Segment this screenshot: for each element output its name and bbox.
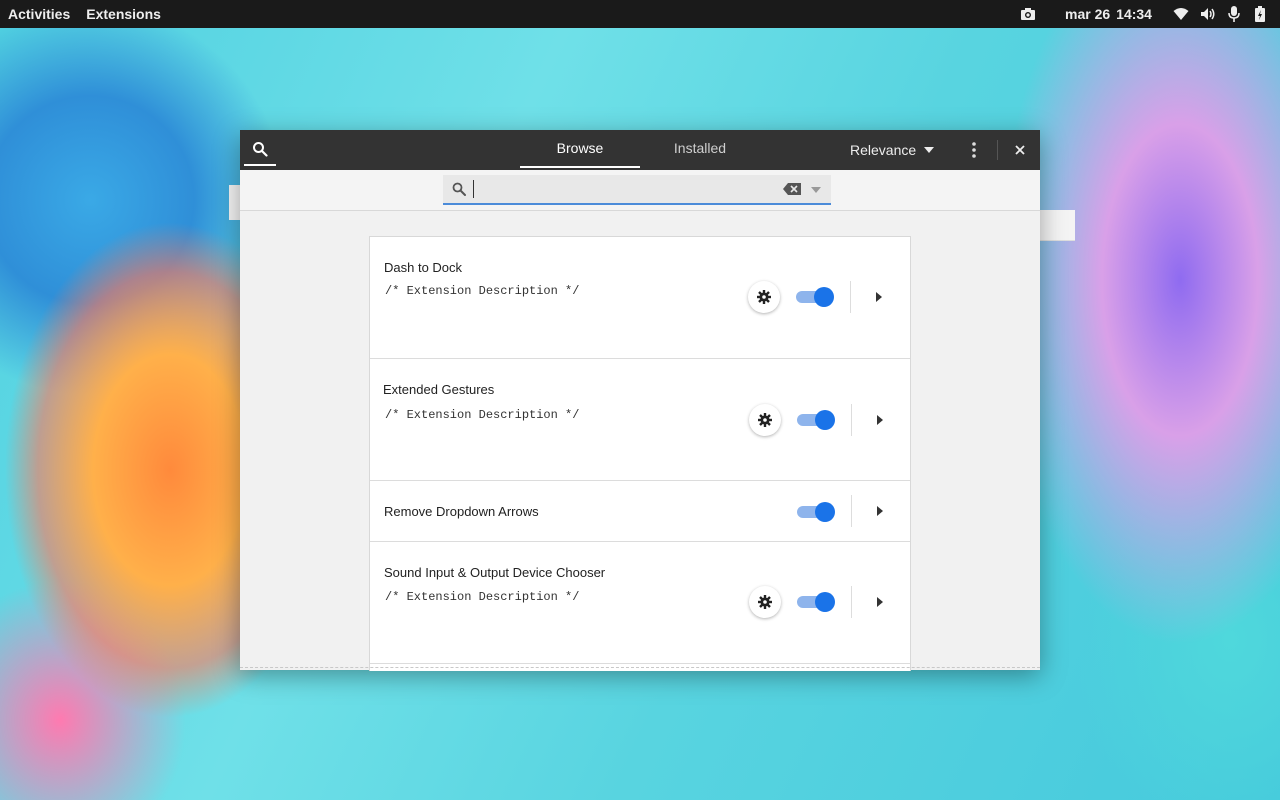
chevron-right-icon [876,292,882,302]
menu-button[interactable] [966,140,982,160]
more-vertical-icon [972,142,976,158]
row-separator [851,404,852,436]
sort-dropdown[interactable]: Relevance [850,130,935,170]
search-icon [452,182,466,196]
extension-name: Extended Gestures [383,382,495,397]
chevron-down-icon[interactable] [811,187,821,193]
row-separator [851,495,852,527]
background-panel-right [1040,210,1075,241]
row-separator [850,281,851,313]
extension-description: /* Extension Description */ [385,284,580,298]
extensions-window: Browse Installed Relevance Dash to Dock … [240,130,1040,671]
app-menu[interactable]: Extensions [86,6,161,22]
extension-name: Dash to Dock [384,260,463,275]
battery-icon[interactable] [1255,6,1265,22]
gear-icon [758,413,772,427]
background-panel-left [229,185,240,220]
scroll-edge [240,667,1040,668]
clock[interactable]: mar 26 14:34 [1065,0,1152,28]
volume-icon[interactable] [1200,6,1216,22]
close-icon [1015,145,1025,155]
header-separator [997,140,998,160]
tab-installed[interactable]: Installed [640,130,760,166]
clear-text-icon[interactable] [783,183,801,195]
chevron-right-icon [877,415,883,425]
enable-toggle[interactable] [797,409,835,430]
search-field[interactable] [443,175,831,205]
settings-button[interactable] [748,281,780,313]
top-bar: Activities Extensions mar 26 14:34 [0,0,1280,28]
search-input[interactable] [473,179,773,199]
extension-name: Remove Dropdown Arrows [384,504,539,519]
extension-name: Sound Input & Output Device Chooser [384,565,606,580]
search-toggle-button[interactable] [244,134,276,166]
list-item[interactable]: Dash to Dock /* Extension Description */ [370,237,910,359]
enable-toggle[interactable] [797,591,835,612]
list-item[interactable]: Remove Dropdown Arrows [370,481,910,542]
screenshot-icon[interactable] [1020,6,1036,22]
details-button[interactable] [870,592,890,612]
extension-description: /* Extension Description */ [385,590,580,604]
extensions-list: Dash to Dock /* Extension Description */… [369,236,911,671]
chevron-down-icon [924,147,935,153]
text-cursor [473,180,474,198]
microphone-icon[interactable] [1228,6,1240,22]
row-separator [851,586,852,618]
gear-icon [757,290,771,304]
list-item[interactable]: Extended Gestures /* Extension Descripti… [370,359,910,481]
gear-icon [758,595,772,609]
chevron-right-icon [877,506,883,516]
details-button[interactable] [870,410,890,430]
search-bar [240,170,1040,211]
details-button[interactable] [870,501,890,521]
time-label: 14:34 [1116,6,1152,22]
enable-toggle[interactable] [797,501,835,522]
wifi-icon[interactable] [1173,6,1189,22]
settings-button[interactable] [749,586,781,618]
extension-description: /* Extension Description */ [385,408,580,422]
settings-button[interactable] [749,404,781,436]
list-item[interactable]: Sound Input & Output Device Chooser /* E… [370,542,910,664]
details-button[interactable] [869,287,889,307]
chevron-right-icon [877,597,883,607]
date-label: mar 26 [1065,6,1111,22]
search-icon [253,142,268,157]
sort-label: Relevance [850,142,917,158]
tab-browse[interactable]: Browse [520,130,640,168]
activities-button[interactable]: Activities [8,6,70,22]
enable-toggle[interactable] [796,286,834,307]
header-bar: Browse Installed Relevance [240,130,1040,170]
close-button[interactable] [1010,140,1030,160]
